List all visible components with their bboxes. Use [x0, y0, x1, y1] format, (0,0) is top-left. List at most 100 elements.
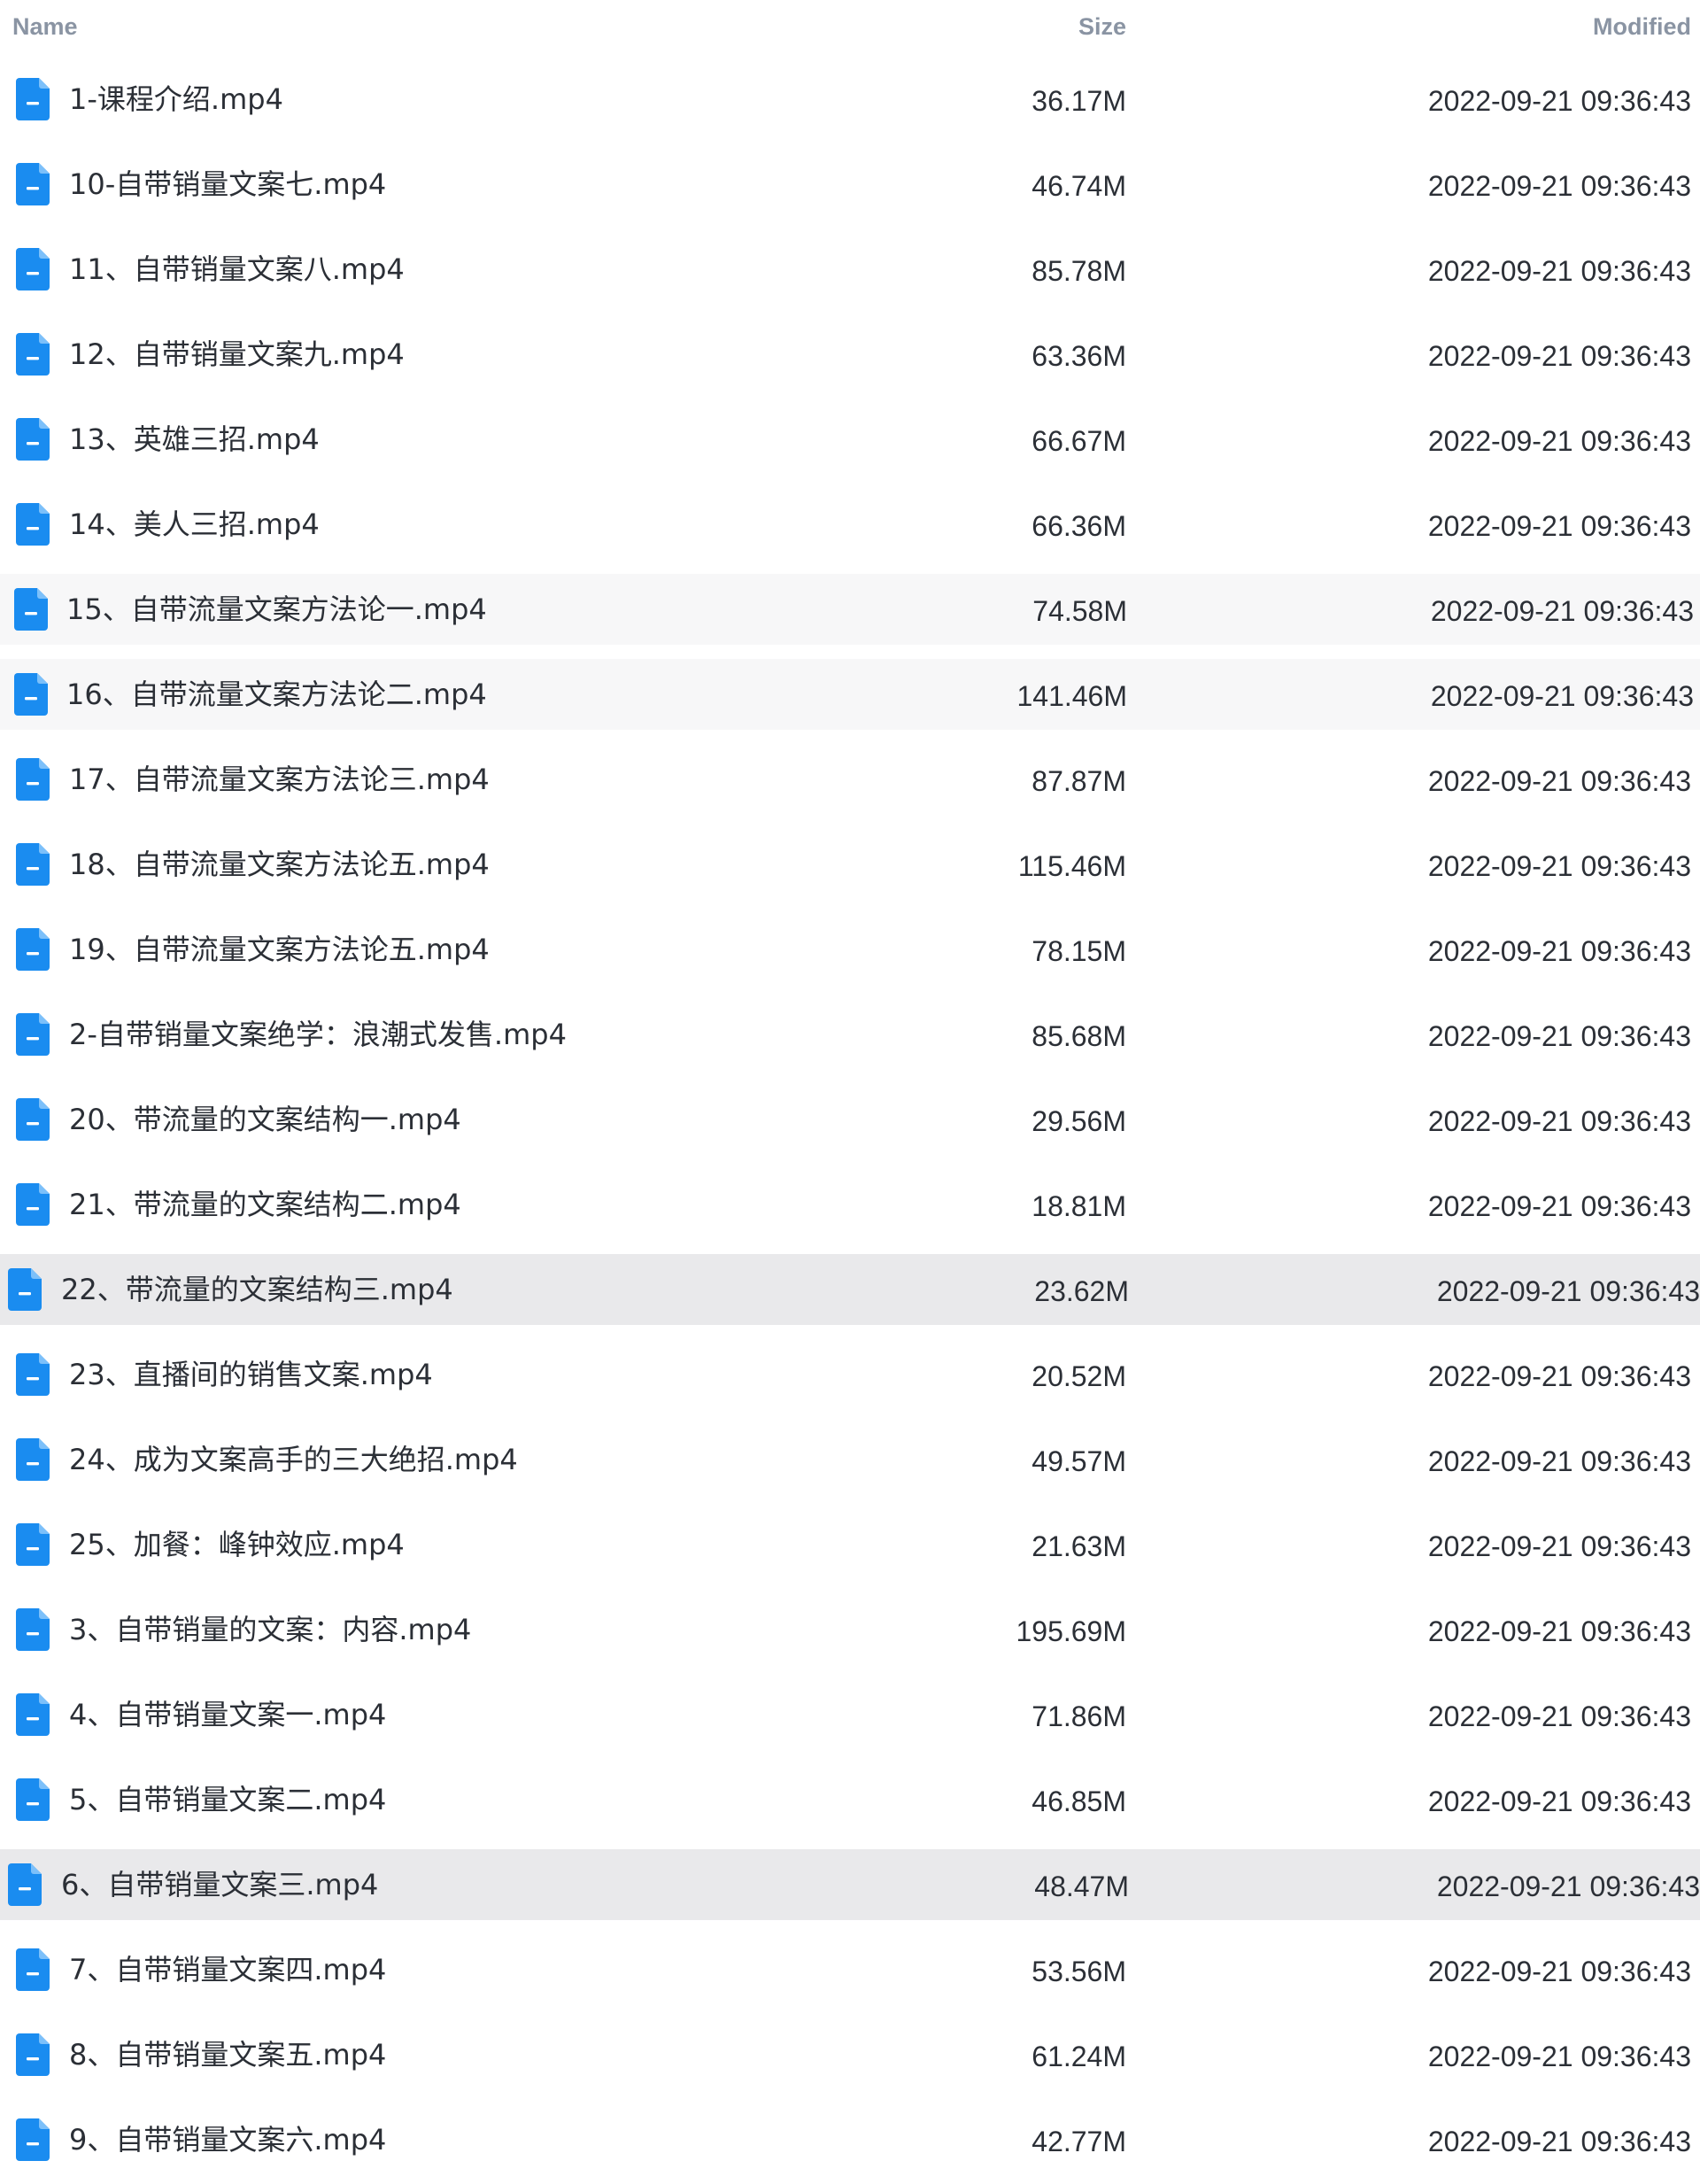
- file-size: 23.62M: [1034, 1275, 1129, 1307]
- file-row[interactable]: 7、自带销量文案四.mp4 53.56M 2022-09-21 09:36:43: [0, 1927, 1700, 2012]
- file-row[interactable]: 8、自带销量文案五.mp4 61.24M 2022-09-21 09:36:43: [0, 2012, 1700, 2097]
- file-modified-date: 2022-09-21 09:36:43: [1427, 170, 1691, 202]
- file-size: 49.57M: [1032, 1445, 1126, 1477]
- file-modified-date: 2022-09-21 09:36:43: [1427, 1615, 1691, 1647]
- file-list: Name Size Modified 1-课程介绍.mp4 36.17M 202…: [0, 0, 1700, 2184]
- video-file-icon: [16, 1948, 50, 1991]
- file-row[interactable]: 3、自带销量的文案：内容.mp4 195.69M 2022-09-21 09:3…: [0, 1587, 1700, 1672]
- file-modified-date: 2022-09-21 09:36:43: [1427, 1530, 1691, 1562]
- video-file-icon: [16, 503, 50, 546]
- file-name: 13、英雄三招.mp4: [69, 422, 320, 456]
- file-modified-date: 2022-09-21 09:36:43: [1427, 1360, 1691, 1392]
- file-modified-date: 2022-09-21 09:36:43: [1427, 935, 1691, 967]
- file-size: 61.24M: [1032, 2041, 1126, 2072]
- file-size: 53.56M: [1032, 1956, 1126, 1987]
- file-size: 48.47M: [1034, 1870, 1129, 1902]
- column-header-size[interactable]: Size: [1078, 13, 1126, 41]
- video-file-icon: [16, 1693, 50, 1736]
- file-row[interactable]: 11、自带销量文案八.mp4 85.78M 2022-09-21 09:36:4…: [0, 227, 1700, 312]
- file-row[interactable]: 22、带流量的文案结构三.mp4 23.62M 2022-09-21 09:36…: [0, 1247, 1700, 1332]
- column-header-modified[interactable]: Modified: [1593, 13, 1691, 41]
- file-modified-date: 2022-09-21 09:36:43: [1427, 1105, 1691, 1137]
- file-name: 7、自带销量文案四.mp4: [69, 1953, 387, 1987]
- file-size: 36.17M: [1032, 85, 1126, 117]
- file-name: 3、自带销量的文案：内容.mp4: [69, 1613, 472, 1646]
- file-size: 20.52M: [1032, 1360, 1126, 1392]
- file-name: 12、自带销量文案九.mp4: [69, 337, 405, 371]
- file-row[interactable]: 17、自带流量文案方法论三.mp4 87.87M 2022-09-21 09:3…: [0, 737, 1700, 822]
- file-row[interactable]: 20、带流量的文案结构一.mp4 29.56M 2022-09-21 09:36…: [0, 1077, 1700, 1162]
- file-modified-date: 2022-09-21 09:36:43: [1427, 510, 1691, 542]
- file-size: 46.74M: [1032, 170, 1126, 202]
- file-modified-date: 2022-09-21 09:36:43: [1430, 595, 1694, 627]
- file-row[interactable]: 15、自带流量文案方法论一.mp4 74.58M 2022-09-21 09:3…: [0, 567, 1700, 652]
- file-modified-date: 2022-09-21 09:36:43: [1427, 2126, 1691, 2157]
- file-row[interactable]: 9、自带销量文案六.mp4 42.77M 2022-09-21 09:36:43: [0, 2097, 1700, 2182]
- file-row[interactable]: 2-自带销量文案绝学：浪潮式发售.mp4 85.68M 2022-09-21 0…: [0, 992, 1700, 1077]
- video-file-icon: [8, 1863, 42, 1906]
- file-row[interactable]: 19、自带流量文案方法论五.mp4 78.15M 2022-09-21 09:3…: [0, 907, 1700, 992]
- file-row[interactable]: 6、自带销量文案三.mp4 48.47M 2022-09-21 09:36:43: [0, 1842, 1700, 1927]
- file-row[interactable]: 4、自带销量文案一.mp4 71.86M 2022-09-21 09:36:43: [0, 1672, 1700, 1757]
- file-modified-date: 2022-09-21 09:36:43: [1430, 680, 1694, 712]
- file-modified-date: 2022-09-21 09:36:43: [1427, 765, 1691, 797]
- file-size: 85.78M: [1032, 255, 1126, 287]
- video-file-icon: [16, 843, 50, 886]
- file-name: 22、带流量的文案结构三.mp4: [61, 1273, 453, 1306]
- file-name: 25、加餐：峰钟效应.mp4: [69, 1528, 405, 1561]
- file-name: 14、美人三招.mp4: [69, 507, 320, 541]
- file-row[interactable]: 14、美人三招.mp4 66.36M 2022-09-21 09:36:43: [0, 482, 1700, 567]
- file-modified-date: 2022-09-21 09:36:43: [1427, 1700, 1691, 1732]
- video-file-icon: [16, 1013, 50, 1056]
- file-modified-date: 2022-09-21 09:36:43: [1427, 850, 1691, 882]
- video-file-icon: [14, 673, 48, 716]
- file-size: 21.63M: [1032, 1530, 1126, 1562]
- file-row[interactable]: 10-自带销量文案七.mp4 46.74M 2022-09-21 09:36:4…: [0, 142, 1700, 227]
- file-size: 195.69M: [1016, 1615, 1126, 1647]
- video-file-icon: [16, 928, 50, 971]
- file-modified-date: 2022-09-21 09:36:43: [1427, 2041, 1691, 2072]
- file-row[interactable]: 1-课程介绍.mp4 36.17M 2022-09-21 09:36:43: [0, 57, 1700, 142]
- video-file-icon: [16, 78, 50, 120]
- file-size: 29.56M: [1032, 1105, 1126, 1137]
- file-row[interactable]: 23、直播间的销售文案.mp4 20.52M 2022-09-21 09:36:…: [0, 1332, 1700, 1417]
- file-size: 87.87M: [1032, 765, 1126, 797]
- file-size: 141.46M: [1016, 680, 1127, 712]
- column-header-name[interactable]: Name: [12, 13, 78, 41]
- file-row[interactable]: 24、成为文案高手的三大绝招.mp4 49.57M 2022-09-21 09:…: [0, 1417, 1700, 1502]
- file-row[interactable]: 25、加餐：峰钟效应.mp4 21.63M 2022-09-21 09:36:4…: [0, 1502, 1700, 1587]
- file-name: 16、自带流量文案方法论二.mp4: [66, 678, 487, 711]
- file-name: 21、带流量的文案结构二.mp4: [69, 1188, 461, 1221]
- file-name: 15、自带流量文案方法论一.mp4: [66, 592, 487, 626]
- file-name: 11、自带销量文案八.mp4: [69, 252, 405, 286]
- file-row[interactable]: 12、自带销量文案九.mp4 63.36M 2022-09-21 09:36:4…: [0, 312, 1700, 397]
- file-name: 20、带流量的文案结构一.mp4: [69, 1103, 461, 1136]
- video-file-icon: [16, 2118, 50, 2161]
- file-row[interactable]: 16、自带流量文案方法论二.mp4 141.46M 2022-09-21 09:…: [0, 652, 1700, 737]
- file-modified-date: 2022-09-21 09:36:43: [1427, 85, 1691, 117]
- file-size: 71.86M: [1032, 1700, 1126, 1732]
- file-modified-date: 2022-09-21 09:36:43: [1436, 1275, 1700, 1307]
- file-name: 24、成为文案高手的三大绝招.mp4: [69, 1443, 518, 1476]
- file-row[interactable]: 21、带流量的文案结构二.mp4 18.81M 2022-09-21 09:36…: [0, 1162, 1700, 1247]
- column-header-row: Name Size Modified: [0, 0, 1700, 57]
- file-row[interactable]: 5、自带销量文案二.mp4 46.85M 2022-09-21 09:36:43: [0, 1757, 1700, 1842]
- video-file-icon: [16, 1353, 50, 1396]
- file-row[interactable]: 13、英雄三招.mp4 66.67M 2022-09-21 09:36:43: [0, 397, 1700, 482]
- video-file-icon: [16, 1098, 50, 1141]
- file-size: 78.15M: [1032, 935, 1126, 967]
- file-row[interactable]: 18、自带流量文案方法论五.mp4 115.46M 2022-09-21 09:…: [0, 822, 1700, 907]
- video-file-icon: [8, 1268, 42, 1311]
- video-file-icon: [14, 588, 48, 631]
- file-size: 66.36M: [1032, 510, 1126, 542]
- file-name: 8、自带销量文案五.mp4: [69, 2038, 387, 2072]
- file-name: 19、自带流量文案方法论五.mp4: [69, 933, 490, 966]
- video-file-icon: [16, 1438, 50, 1481]
- file-name: 2-自带销量文案绝学：浪潮式发售.mp4: [69, 1018, 567, 1051]
- file-name: 17、自带流量文案方法论三.mp4: [69, 763, 490, 796]
- file-modified-date: 2022-09-21 09:36:43: [1427, 1785, 1691, 1817]
- file-size: 46.85M: [1032, 1785, 1126, 1817]
- video-file-icon: [16, 1183, 50, 1226]
- file-modified-date: 2022-09-21 09:36:43: [1427, 1190, 1691, 1222]
- file-size: 63.36M: [1032, 340, 1126, 372]
